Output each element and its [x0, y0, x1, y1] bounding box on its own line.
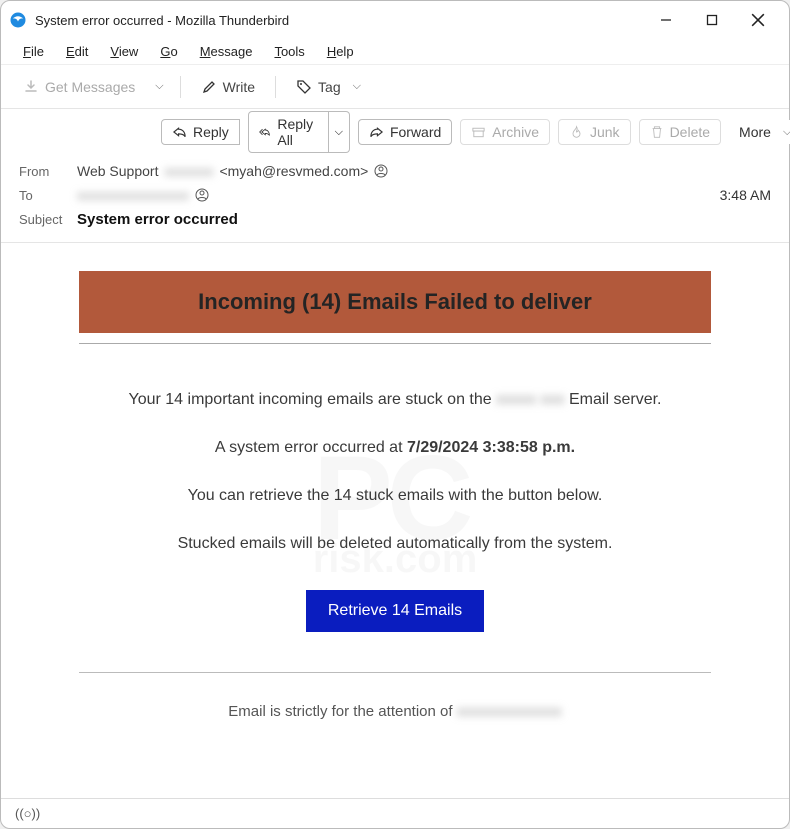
body-paragraph-2: A system error occurred at 7/29/2024 3:3… [79, 436, 711, 460]
chevron-down-icon: ⌵ [347, 80, 367, 93]
subject-row: Subject System error occurred [19, 207, 771, 232]
delete-label: Delete [670, 124, 710, 140]
from-label: From [19, 164, 77, 179]
thunderbird-icon [9, 11, 27, 29]
reply-button[interactable]: Reply [161, 119, 240, 145]
reply-all-group: Reply All ⌵ [248, 111, 350, 153]
titlebar: System error occurred - Mozilla Thunderb… [1, 1, 789, 39]
subject-label: Subject [19, 212, 77, 227]
to-row: To xxxxxxxxxxxxxxxx 3:48 AM [19, 183, 771, 207]
get-messages-label: Get Messages [45, 79, 135, 95]
tag-label: Tag [318, 79, 341, 95]
menu-view[interactable]: View [100, 42, 148, 61]
body-paragraph-1: Your 14 important incoming emails are st… [79, 388, 711, 412]
trash-icon [650, 125, 664, 139]
pencil-icon [201, 79, 217, 95]
delete-button[interactable]: Delete [639, 119, 721, 145]
status-icon: ((○)) [15, 806, 40, 821]
to-label: To [19, 188, 77, 203]
from-redacted: xxxxxxx [164, 163, 213, 179]
junk-button[interactable]: Junk [558, 119, 631, 145]
toolbar-separator [180, 76, 181, 98]
more-label: More [739, 124, 771, 140]
write-label: Write [223, 79, 255, 95]
window-title: System error occurred - Mozilla Thunderb… [35, 13, 643, 28]
to-value: xxxxxxxxxxxxxxxx [77, 187, 720, 203]
reply-all-button[interactable]: Reply All [248, 111, 329, 153]
get-messages-dropdown[interactable]: ⌵ [149, 80, 169, 93]
from-value: Web Support xxxxxxx <myah@resvmed.com> [77, 163, 771, 179]
message-headers: From Web Support xxxxxxx <myah@resvmed.c… [1, 155, 789, 243]
download-icon [23, 79, 39, 95]
archive-icon [471, 125, 486, 139]
main-toolbar: Get Messages ⌵ Write Tag ⌵ [1, 65, 789, 109]
tag-button[interactable]: Tag ⌵ [286, 74, 377, 100]
reply-label: Reply [193, 124, 229, 140]
reply-all-label: Reply All [277, 116, 317, 148]
menubar: File Edit View Go Message Tools Help [1, 39, 789, 65]
close-button[interactable] [735, 4, 781, 36]
junk-label: Junk [590, 124, 620, 140]
forward-icon [369, 125, 384, 139]
message-body: PCrisk.com Incoming (14) Emails Failed t… [1, 243, 789, 798]
divider [79, 343, 711, 344]
divider [79, 672, 711, 673]
toolbar-separator [275, 76, 276, 98]
app-window: System error occurred - Mozilla Thunderb… [0, 0, 790, 829]
subject-value: System error occurred [77, 211, 771, 228]
retrieve-emails-button[interactable]: Retrieve 14 Emails [306, 590, 484, 632]
forward-label: Forward [390, 124, 441, 140]
menu-message[interactable]: Message [190, 42, 263, 61]
maximize-button[interactable] [689, 4, 735, 36]
archive-button[interactable]: Archive [460, 119, 550, 145]
from-row: From Web Support xxxxxxx <myah@resvmed.c… [19, 159, 771, 183]
message-time: 3:48 AM [720, 187, 771, 203]
body-paragraph-3: You can retrieve the 14 stuck emails wit… [79, 484, 711, 508]
window-controls [643, 4, 781, 36]
to-redacted: xxxxxxxxxxxxxxxx [77, 187, 189, 203]
body-footer: Email is strictly for the attention of x… [79, 703, 711, 720]
reply-all-dropdown[interactable]: ⌵ [329, 111, 350, 153]
reply-group: Reply [161, 119, 240, 145]
tag-icon [296, 79, 312, 95]
message-toolbar: Reply Reply All ⌵ Forward Archive Junk D… [1, 109, 789, 155]
contact-icon[interactable] [374, 164, 388, 178]
reply-all-icon [259, 125, 272, 139]
body-paragraph-4: Stucked emails will be deleted automatic… [79, 532, 711, 556]
forward-button[interactable]: Forward [358, 119, 452, 145]
banner-heading: Incoming (14) Emails Failed to deliver [79, 271, 711, 333]
archive-label: Archive [492, 124, 539, 140]
menu-file[interactable]: File [13, 42, 54, 61]
statusbar: ((○)) [1, 798, 789, 828]
menu-help[interactable]: Help [317, 42, 364, 61]
from-email: <myah@resvmed.com> [219, 163, 368, 179]
chevron-down-icon: ⌵ [777, 126, 790, 139]
from-name: Web Support [77, 163, 158, 179]
contact-icon[interactable] [195, 188, 209, 202]
more-button[interactable]: More ⌵ [729, 120, 790, 144]
write-button[interactable]: Write [191, 74, 265, 100]
minimize-button[interactable] [643, 4, 689, 36]
get-messages-button[interactable]: Get Messages [13, 74, 145, 100]
menu-edit[interactable]: Edit [56, 42, 98, 61]
fire-icon [569, 125, 584, 139]
menu-tools[interactable]: Tools [264, 42, 314, 61]
reply-icon [172, 125, 187, 139]
menu-go[interactable]: Go [150, 42, 187, 61]
